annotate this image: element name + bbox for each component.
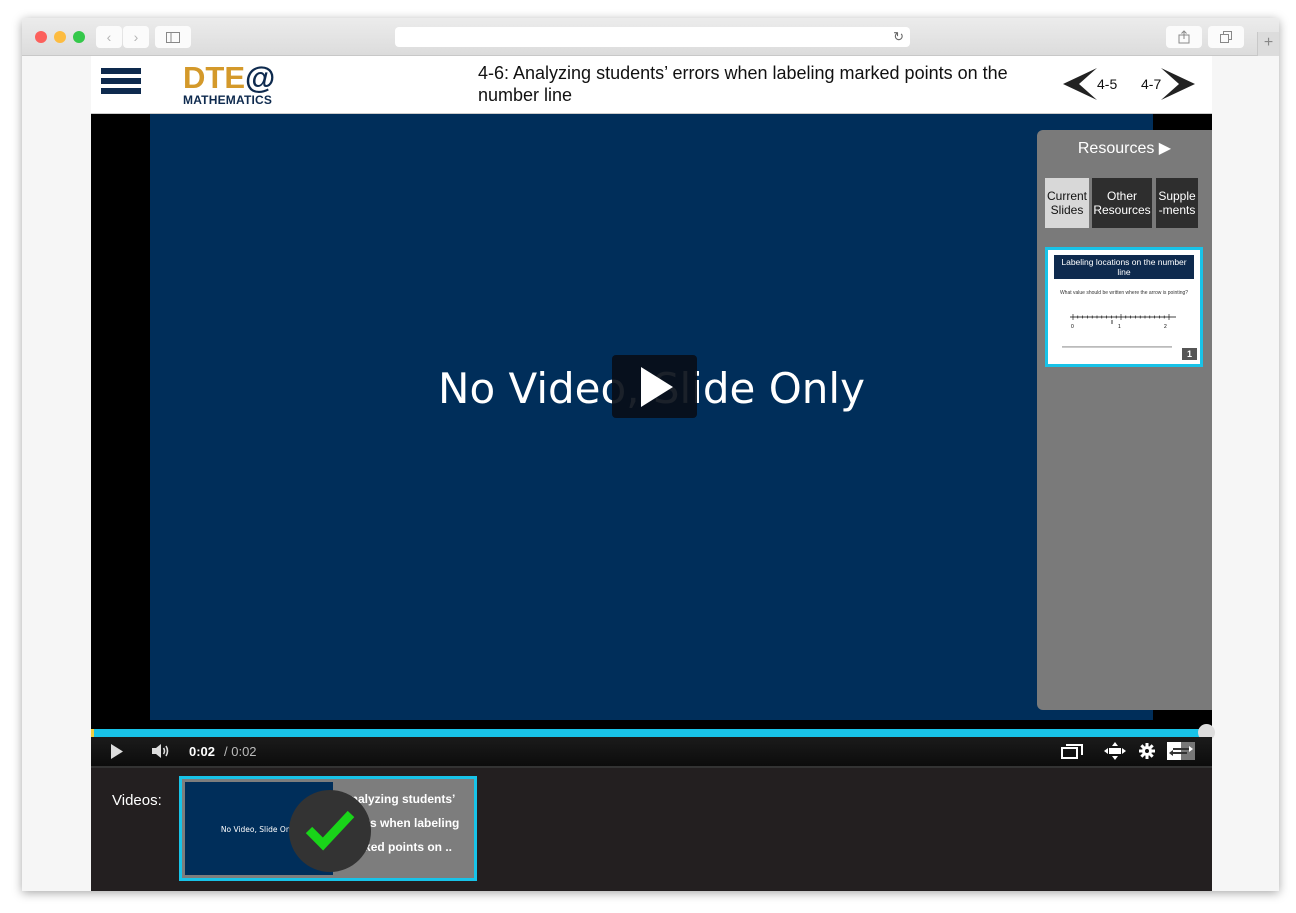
- swap-arrows-icon: [1167, 742, 1195, 760]
- tick-label: 2: [1164, 324, 1167, 330]
- slide-thumbnail-question: What value should be written where the a…: [1059, 290, 1189, 296]
- picture-in-picture-button[interactable]: [1061, 744, 1083, 764]
- forward-button[interactable]: ›: [123, 26, 149, 48]
- theater-mode-button[interactable]: [1104, 742, 1126, 765]
- big-play-button[interactable]: [612, 355, 697, 418]
- number-line-graphic: 0 1 2: [1070, 314, 1176, 330]
- browser-window: ‹ › ↻ + DTE@ MATHEMATICS 4-6: Analyzing …: [22, 18, 1279, 891]
- tick-label: 0: [1071, 324, 1074, 330]
- total-time: / 0:02: [224, 744, 257, 759]
- minimize-window-button[interactable]: [54, 31, 66, 43]
- page: DTE@ MATHEMATICS 4-6: Analyzing students…: [91, 56, 1215, 891]
- new-tab-button[interactable]: +: [1257, 32, 1279, 56]
- volume-icon: [152, 744, 169, 758]
- gear-icon: [1139, 743, 1155, 759]
- expand-icon: [1104, 742, 1126, 760]
- page-title: 4-6: Analyzing students’ errors when lab…: [478, 63, 1008, 105]
- tick-label: 1: [1118, 324, 1121, 330]
- address-bar[interactable]: ↻: [395, 27, 910, 47]
- arrow-right-icon: [1161, 68, 1196, 100]
- hamburger-icon: [101, 68, 141, 74]
- previous-lesson-button[interactable]: 4-5: [1063, 68, 1117, 100]
- sidebar-icon: [166, 31, 180, 43]
- video-card[interactable]: No Video, Slide Only Analyzing students’…: [179, 776, 477, 881]
- pip-icon: [1061, 744, 1083, 759]
- videos-bar: Videos: No Video, Slide Only Analyzing s…: [91, 766, 1212, 891]
- volume-button[interactable]: [152, 743, 170, 764]
- checkmark-icon: [305, 810, 355, 851]
- slide-thumbnail[interactable]: Labeling locations on the number line Wh…: [1045, 247, 1203, 367]
- slide-thumbnail-heading: Labeling locations on the number line: [1054, 255, 1194, 279]
- share-icon: [1178, 30, 1190, 44]
- arrow-left-icon: [1063, 68, 1097, 100]
- tabs-overview-button[interactable]: [1208, 26, 1244, 48]
- play-icon: [111, 744, 123, 759]
- fullscreen-button[interactable]: [1167, 742, 1195, 765]
- tabs-icon: [1220, 31, 1232, 43]
- play-button[interactable]: [111, 744, 123, 764]
- browser-toolbar: ‹ › ↻ +: [22, 18, 1279, 56]
- resources-panel: Resources ▶ Current Slides Other Resourc…: [1037, 130, 1212, 710]
- control-bar: 0:02 / 0:02: [91, 737, 1212, 766]
- sidebar-toggle-button[interactable]: [155, 26, 191, 48]
- tab-supplements[interactable]: Supple -ments: [1156, 178, 1198, 228]
- next-lesson-button[interactable]: 4-7: [1141, 68, 1196, 100]
- logo[interactable]: DTE@ MATHEMATICS: [183, 62, 275, 107]
- share-button[interactable]: [1166, 26, 1202, 48]
- page-viewport: DTE@ MATHEMATICS 4-6: Analyzing students…: [22, 56, 1279, 891]
- reload-icon[interactable]: ↻: [893, 29, 904, 45]
- header: DTE@ MATHEMATICS 4-6: Analyzing students…: [91, 56, 1212, 114]
- tab-current-slides[interactable]: Current Slides: [1045, 178, 1089, 228]
- chevron-right-icon: ›: [133, 29, 139, 45]
- videos-label: Videos:: [112, 792, 162, 809]
- resources-toggle[interactable]: Resources ▶: [1037, 138, 1212, 158]
- watched-badge: [289, 790, 371, 872]
- chevron-left-icon: ‹: [106, 29, 112, 45]
- settings-button[interactable]: [1139, 743, 1155, 764]
- current-time: 0:02: [189, 744, 216, 759]
- slide-number-badge: 1: [1182, 348, 1197, 360]
- tab-other-resources[interactable]: Other Resources: [1092, 178, 1152, 228]
- citation-text: [1062, 346, 1172, 348]
- zoom-window-button[interactable]: [73, 31, 85, 43]
- close-window-button[interactable]: [35, 31, 47, 43]
- video-player[interactable]: No Video, Slide Only Resources ▶ Current…: [91, 114, 1215, 766]
- menu-button[interactable]: [101, 68, 141, 100]
- play-icon: [641, 367, 673, 407]
- plus-icon: +: [1263, 34, 1274, 51]
- back-button[interactable]: ‹: [96, 26, 122, 48]
- progress-bar[interactable]: [91, 729, 1212, 737]
